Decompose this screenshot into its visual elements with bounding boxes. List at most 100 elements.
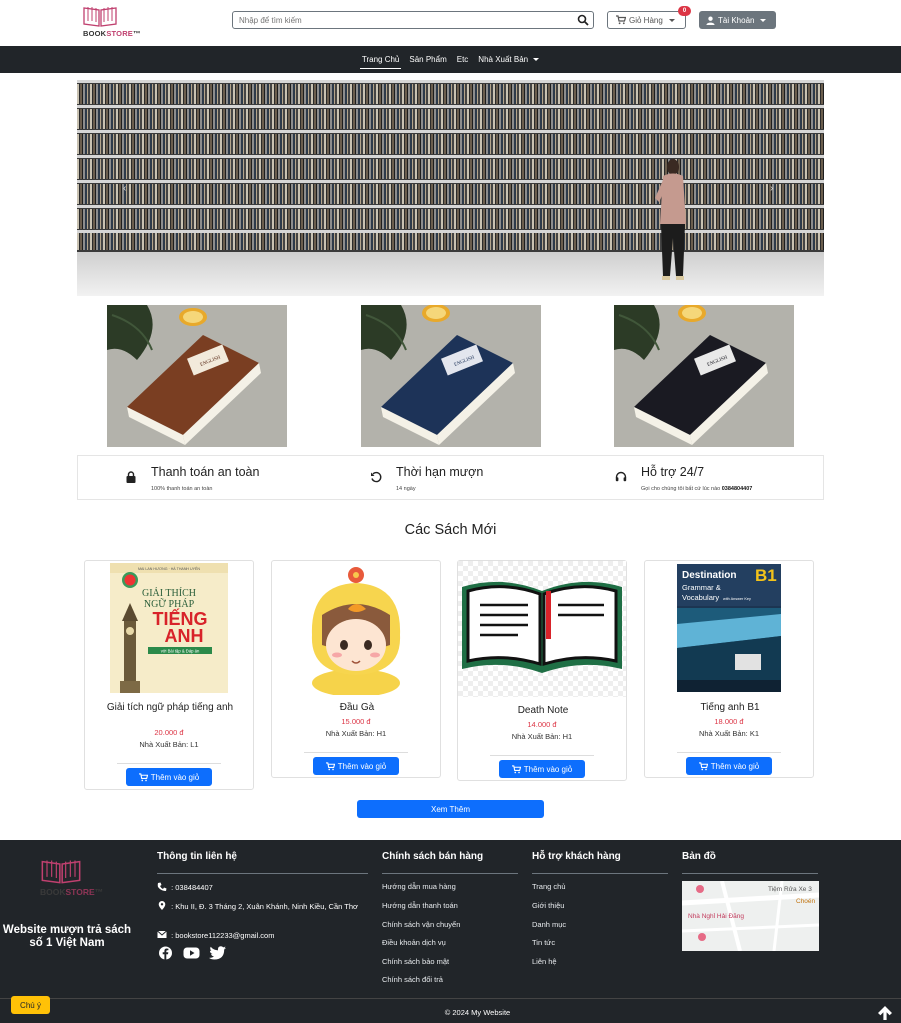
cart-icon — [698, 761, 708, 770]
footer-logo[interactable]: BOOKSTORE™ — [40, 858, 116, 902]
floor — [77, 252, 824, 296]
feature-secure-payment: Thanh toán an toàn 100% thanh toán an to… — [125, 456, 345, 501]
note-button[interactable]: Chú ý — [11, 996, 50, 1014]
footer-link-home[interactable]: Trang chủ — [532, 882, 566, 891]
feature-title: Thanh toán an toàn — [151, 465, 260, 479]
view-more-button[interactable]: Xem Thêm — [357, 800, 544, 818]
product-name[interactable]: Death Note — [468, 705, 618, 716]
promo-book-brown: ENGLISH — [107, 305, 287, 447]
cart-count-badge: 0 — [678, 6, 691, 16]
phone-icon — [157, 882, 167, 891]
add-to-cart-button[interactable]: Thêm vào giỏ — [499, 760, 585, 778]
book-cover-open-book[interactable] — [458, 561, 626, 697]
footer-link-privacy[interactable]: Chính sách bảo mật — [382, 957, 449, 966]
cover-line3: Vocabulary — [682, 593, 719, 602]
footer-link-news[interactable]: Tin tức — [532, 938, 555, 947]
bookstore-logo[interactable]: BOOKSTORE™ — [82, 5, 144, 39]
contact-address: : Khu II, Đ. 3 Tháng 2, Xuân Khánh, Ninh… — [157, 901, 362, 912]
product-card[interactable]: Death Note 14.000 đ Nhà Xuất Bản: H1 Thê… — [457, 560, 627, 781]
cover-sub: với Bài tập & Đáp án — [161, 649, 200, 654]
support-phone: 0384804407 — [721, 486, 753, 492]
map-embed[interactable]: Tiệm Rửa Xe 3 Choén Nhà Nghỉ Hải Đăng — [682, 881, 819, 951]
book-logo-icon — [41, 860, 81, 884]
nav-item-home[interactable]: Trang Chủ — [357, 46, 405, 73]
nav-item-publishers[interactable]: Nhà Xuất Bản — [473, 46, 544, 73]
search-icon[interactable] — [577, 14, 589, 26]
product-card[interactable]: Đầu Gà 15.000 đ Nhà Xuất Bản: H1 Thêm và… — [271, 560, 441, 778]
add-to-cart-button[interactable]: Thêm vào giỏ — [313, 757, 399, 775]
product-price: 20.000 đ — [154, 728, 184, 737]
cart-label: Giỏ Hàng — [629, 15, 663, 25]
feature-subtitle: Gọi cho chúng tôi bất cứ lúc nào 0384804… — [641, 486, 753, 492]
feature-title: Hỗ trợ 24/7 — [641, 465, 705, 479]
product-publisher: Nhà Xuất Bản: H1 — [325, 729, 387, 738]
footer: BOOKSTORE™ Website mượn trả sách số 1 Vi… — [0, 840, 901, 1023]
account-dropdown-button[interactable]: Tài Khoản — [699, 11, 776, 29]
support-title: Hỗ trợ khách hàng — [532, 851, 621, 862]
nav-item-publishers-label: Nhà Xuất Bản — [478, 55, 529, 64]
feature-support: Hỗ trợ 24/7 Gọi cho chúng tôi bất cứ lúc… — [615, 456, 820, 501]
product-name[interactable]: Tiếng anh B1 — [655, 702, 805, 713]
add-to-cart-label: Thêm vào giỏ — [337, 761, 387, 771]
footer-link-buying-guide[interactable]: Hướng dẫn mua hàng — [382, 882, 456, 891]
footer-link-categories[interactable]: Danh mục — [532, 920, 566, 929]
book-cover-destination-b1[interactable]: Destination B1 Grammar & Vocabulary with… — [677, 564, 781, 692]
divider — [682, 873, 818, 874]
footer-link-terms[interactable]: Điều khoản dịch vụ — [382, 938, 446, 947]
add-to-cart-button[interactable]: Thêm vào giỏ — [126, 768, 212, 786]
book-cover-grammar[interactable]: MAI LAN HƯƠNG · HÀ THANH UYÊN GIẢI THÍCH… — [110, 563, 228, 693]
product-publisher: Nhà Xuất Bản: L1 — [139, 740, 199, 749]
user-icon — [706, 16, 715, 25]
map-place-label: Choén — [796, 898, 816, 905]
cover-level: B1 — [755, 566, 777, 585]
chevron-down-icon — [668, 18, 675, 22]
feature-borrow-period: Thời hạn mượn 14 ngày — [370, 456, 590, 501]
nav-item-products[interactable]: Sản Phẩm — [404, 46, 451, 73]
map-title: Bản đồ — [682, 851, 716, 862]
cart-dropdown-button[interactable]: Giỏ Hàng — [607, 11, 686, 29]
footer-link-shipping-policy[interactable]: Chính sách vận chuyển — [382, 920, 460, 929]
contact-email: : bookstore112233@gmail.com — [157, 930, 367, 941]
carousel-next-icon[interactable]: › — [770, 183, 773, 194]
footer-link-payment-guide[interactable]: Hướng dẫn thanh toán — [382, 901, 458, 910]
product-name[interactable]: Đầu Gà — [282, 702, 432, 713]
cart-icon — [138, 772, 148, 781]
footer-tagline: Website mượn trả sách số 1 Việt Nam — [2, 924, 132, 949]
product-publisher: Nhà Xuất Bản: K1 — [698, 729, 760, 738]
footer-link-about[interactable]: Giới thiệu — [532, 901, 564, 910]
divider — [304, 752, 408, 753]
cart-icon — [616, 15, 626, 25]
map-place-label: Nhà Nghỉ Hải Đăng — [688, 912, 744, 920]
twitter-icon[interactable] — [209, 946, 226, 960]
nav-item-etc[interactable]: Etc — [452, 46, 474, 73]
contact-phone: : 038484407 — [157, 882, 357, 893]
divider — [677, 752, 781, 753]
chevron-down-icon — [533, 58, 540, 61]
envelope-icon — [157, 930, 167, 938]
arrow-up-icon[interactable] — [877, 1005, 893, 1021]
cover-authors: MAI LAN HƯƠNG · HÀ THANH UYÊN — [138, 566, 200, 571]
add-to-cart-label: Thêm vào giỏ — [710, 761, 760, 771]
product-card[interactable]: Destination B1 Grammar & Vocabulary with… — [644, 560, 814, 778]
book-logo-icon — [83, 7, 117, 27]
cover-line2: Grammar & — [682, 583, 721, 592]
facebook-icon[interactable] — [157, 946, 174, 960]
add-to-cart-button[interactable]: Thêm vào giỏ — [686, 757, 772, 775]
footer-link-returns[interactable]: Chính sách đổi trả — [382, 975, 443, 984]
footer-logo-text: BOOKSTORE™ — [40, 887, 104, 897]
carousel-prev-icon[interactable]: ‹ — [123, 183, 126, 194]
product-card[interactable]: MAI LAN HƯƠNG · HÀ THANH UYÊN GIẢI THÍCH… — [84, 560, 254, 790]
product-price: 18.000 đ — [714, 717, 744, 726]
copyright: © 2024 My Website — [444, 1008, 511, 1017]
footer-link-contact[interactable]: Liên hệ — [532, 957, 557, 966]
add-to-cart-label: Thêm vào giỏ — [150, 772, 200, 782]
product-price: 14.000 đ — [527, 720, 557, 729]
woman-reading-figure — [655, 159, 686, 280]
social-links — [157, 946, 226, 960]
divider — [157, 873, 368, 874]
youtube-icon[interactable] — [183, 946, 200, 960]
product-name[interactable]: Giải tích ngữ pháp tiếng anh — [95, 702, 245, 713]
search-input[interactable] — [233, 12, 563, 28]
book-cover-chick-girl[interactable] — [282, 565, 430, 695]
divider — [490, 755, 594, 756]
